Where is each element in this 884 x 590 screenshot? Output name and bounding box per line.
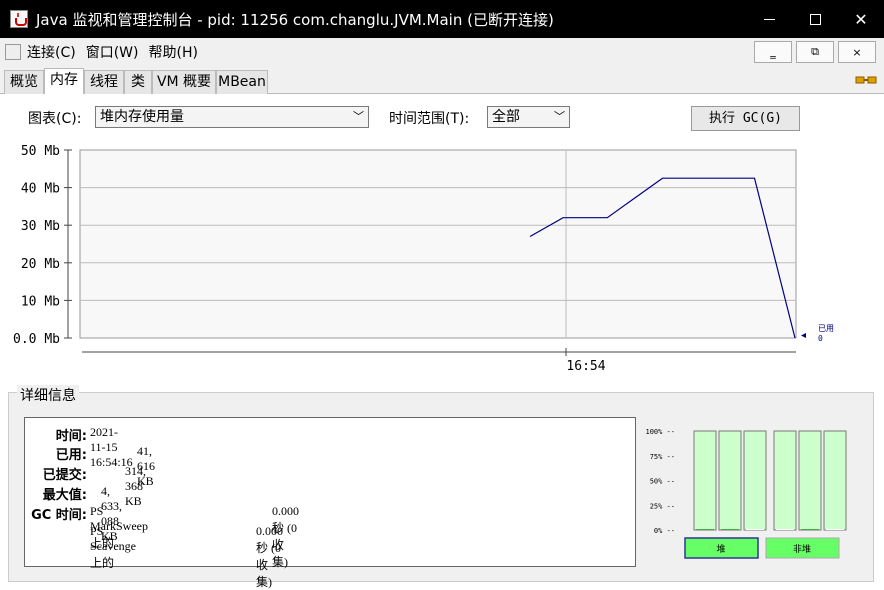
chart-select[interactable]: 堆内存使用量 ﹀ [95,106,369,128]
menu-help[interactable]: 帮助(H) [148,42,197,62]
pool-bar[interactable] [798,430,822,531]
java-cup-icon [10,10,28,28]
tab-memory[interactable]: 内存 [44,68,84,95]
y-axis-ticks: 50 Mb 40 Mb 30 Mb 20 Mb 10 Mb 0.0 Mb [13,144,72,347]
connection-plug-icon [855,76,877,84]
pool-bar-fill [746,529,764,530]
legend-used-label: 已用 [818,324,834,333]
chevron-down-icon: ﹀ [353,110,364,123]
details-group: 详细信息 时间: 2021-11-15 16:54:16 已用: 41, 616… [8,385,874,589]
close-button[interactable]: ✕ [838,0,884,38]
time-range-value: 全部 [492,109,520,125]
memory-panel: 图表(C): 堆内存使用量 ﹀ 时间范围(T): 全部 ﹀ 执行 GC(G) 5… [0,94,884,590]
heap-usage-chart: 50 Mb 40 Mb 30 Mb 20 Mb 10 Mb 0.0 Mb 16:54 已用… [0,142,884,382]
detail-value: 314, 368 KB [125,464,146,508]
nonheap-button-label: 非堆 [793,543,811,555]
y-tick-label: 50 Mb [21,144,60,159]
detail-value: PS Scavenge上的 [90,524,136,570]
detail-value-gc: 0.000 秒 (0收集) [256,524,283,589]
frame-restore-button[interactable]: ⧉ [796,41,834,63]
tab-classes[interactable]: 类 [124,70,152,94]
detail-key: 最大值: [42,488,87,503]
minimize-button[interactable] [746,0,792,38]
details-title: 详细信息 [17,385,79,405]
heap-pool-bars [693,430,767,531]
chart-label: 图表(C): [28,111,82,127]
y-tick-label: 20 Mb [21,257,60,272]
details-box: 时间: 2021-11-15 16:54:16 已用: 41, 616 KB 已… [24,417,636,589]
nonheap-pool-bars [773,430,847,531]
tab-vm-summary[interactable]: VM 概要 [152,70,216,94]
close-icon: ✕ [854,9,868,29]
window-titlebar: Java 监视和管理控制台 - pid: 11256 com.changlu.J… [0,0,884,38]
detail-key: 已用: [55,448,87,463]
memory-pool-bars: 100% -- 75% -- 50% -- 25% -- 0% -- 堆 非堆 [645,428,847,559]
y-tick-label: 0.0 Mb [13,332,60,347]
menu-bar: 连接(C) 窗口(W) 帮助(H) ‗ ⧉ × [0,38,884,66]
detail-key: 已提交: [42,468,87,483]
heap-usage-plot: 50 Mb 40 Mb 30 Mb 20 Mb 10 Mb 0.0 Mb 16:54 已用… [13,144,834,374]
frame-close-button[interactable]: × [838,41,876,63]
y-tick-label: 40 Mb [21,182,60,197]
pool-bar[interactable] [823,430,847,531]
pool-bar-fill [826,529,844,530]
pool-bar-fill [696,529,714,530]
pool-percent-label: 75% -- [650,453,675,461]
pool-percent-label: 100% -- [645,428,675,436]
heap-button-label: 堆 [716,544,725,555]
tab-bar: 概览 内存 线程 类 VM 概要 MBean [0,66,884,95]
pool-bar[interactable] [718,430,742,531]
pool-percent-label: 50% -- [650,478,675,486]
pool-bar[interactable] [773,430,797,531]
frame-minimize-button[interactable]: ‗ [754,41,792,63]
window-title: Java 监视和管理控制台 - pid: 11256 com.changlu.J… [36,10,554,29]
time-range-select[interactable]: 全部 ﹀ [487,106,570,128]
pool-percent-label: 25% -- [650,502,675,510]
pool-bar-fill [721,529,739,530]
tab-mbean[interactable]: MBean [216,70,268,94]
series-end-marker [801,333,806,338]
detail-key: 时间: [55,429,87,444]
menu-window[interactable]: 窗口(W) [86,42,139,62]
minimize-icon [763,18,775,20]
maximize-icon [809,13,821,25]
legend-used-value: 0 [818,334,823,343]
chart-select-value: 堆内存使用量 [100,109,184,125]
tab-overview[interactable]: 概览 [4,70,44,94]
time-range-label: 时间范围(T): [389,111,470,127]
pool-bar[interactable] [743,430,767,531]
pool-bar-fill [776,529,794,530]
internal-frame-icon[interactable] [5,44,21,60]
perform-gc-button[interactable]: 执行 GC(G) [691,106,800,131]
x-tick-label: 16:54 [566,359,605,374]
pool-bar-fill [801,529,819,530]
chevron-down-icon: ﹀ [554,110,565,123]
mdi-controls: ‗ ⧉ × [754,41,876,63]
maximize-button[interactable] [792,0,838,38]
menu-connection[interactable]: 连接(C) [27,42,76,62]
pool-percent-ticks: 100% -- 75% -- 50% -- 25% -- 0% -- [645,428,675,535]
detail-key: GC 时间: [31,508,87,523]
pool-bar[interactable] [693,430,717,531]
pool-percent-label: 0% -- [654,527,675,535]
y-tick-label: 10 Mb [21,294,60,309]
tab-threads[interactable]: 线程 [84,70,124,94]
y-tick-label: 30 Mb [21,219,60,234]
